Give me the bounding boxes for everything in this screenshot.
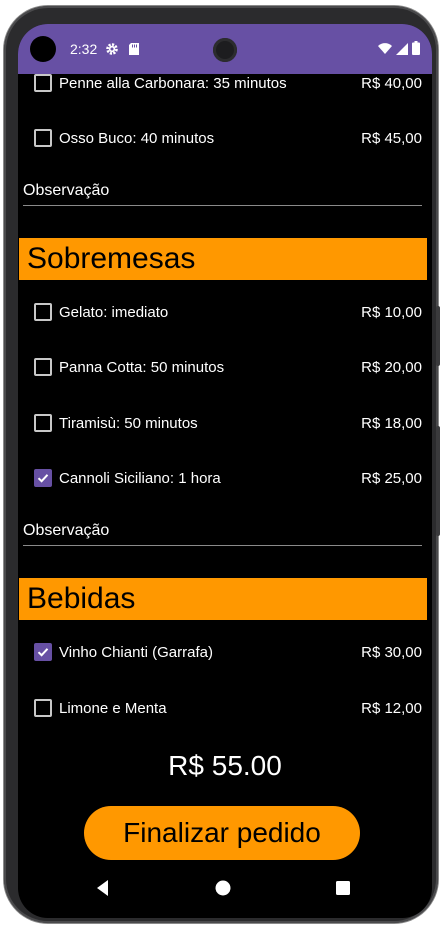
item-label: Gelato: imediato [59,303,169,321]
item-label: Tiramisù: 50 minutos [59,414,198,432]
observation-underline [23,545,422,546]
menu-item[interactable]: Limone e Menta R$ 12,00 [18,693,432,723]
battery-icon [412,41,420,60]
navigation-bar [18,868,432,908]
signal-icon [396,42,408,60]
item-price: R$ 20,00 [361,358,422,376]
finalize-order-button[interactable]: Finalizar pedido [84,806,360,860]
item-label: Cannoli Siciliano: 1 hora [59,469,221,487]
item-price: R$ 12,00 [361,699,422,717]
item-price: R$ 40,00 [361,74,422,92]
item-checkbox[interactable] [34,699,52,717]
item-checkbox[interactable] [34,74,52,92]
menu-item[interactable]: Osso Buco: 40 minutos R$ 45,00 [18,123,432,153]
status-bar: 2:32 [18,24,432,74]
wifi-icon [378,42,392,60]
item-checkbox[interactable] [34,358,52,376]
item-label: Osso Buco: 40 minutos [59,129,215,147]
item-label: Vinho Chianti (Garrafa) [59,643,213,661]
menu-item[interactable]: Gelato: imediato R$ 10,00 [18,297,432,327]
section-header-desserts: Sobremesas [19,238,427,280]
menu-item[interactable]: Panna Cotta: 50 minutos R$ 20,00 [18,352,432,382]
item-price: R$ 10,00 [361,303,422,321]
item-price: R$ 45,00 [361,129,422,147]
menu-item[interactable]: Tiramisù: 50 minutos R$ 18,00 [18,408,432,438]
home-icon[interactable] [213,878,233,898]
order-total: R$ 55.00 [168,750,282,781]
item-checkbox-checked[interactable] [34,643,52,661]
section-header-drinks: Bebidas [19,578,427,620]
gear-icon [105,42,119,56]
device-frame: 2:32 Penne alla Carbonara: 35 minutos R$… [4,6,440,923]
item-checkbox-checked[interactable] [34,469,52,487]
observation-field[interactable]: Observação [23,182,109,200]
sd-card-icon [127,42,141,56]
item-label: Limone e Menta [59,699,167,717]
item-price: R$ 30,00 [361,643,422,661]
front-camera [30,36,56,62]
menu-item[interactable]: Penne alla Carbonara: 35 minutos R$ 40,0… [18,68,432,98]
screen: 2:32 Penne alla Carbonara: 35 minutos R$… [18,24,432,918]
item-checkbox[interactable] [34,414,52,432]
item-checkbox[interactable] [34,303,52,321]
item-checkbox[interactable] [34,129,52,147]
status-time: 2:32 [70,41,98,57]
volume-button [436,426,440,536]
checkmark-icon [37,648,49,657]
back-icon[interactable] [93,878,113,898]
camera-cutout [213,38,237,62]
observation-underline [23,205,422,206]
power-button [436,306,440,366]
item-price: R$ 18,00 [361,414,422,432]
checkmark-icon [37,474,49,483]
menu-item[interactable]: Vinho Chianti (Garrafa) R$ 30,00 [18,637,432,667]
recents-icon[interactable] [333,878,353,898]
item-label: Panna Cotta: 50 minutos [59,358,225,376]
menu-item[interactable]: Cannoli Siciliano: 1 hora R$ 25,00 [18,463,432,493]
item-price: R$ 25,00 [361,469,422,487]
observation-field[interactable]: Observação [23,522,109,540]
item-label: Penne alla Carbonara: 35 minutos [59,74,287,92]
